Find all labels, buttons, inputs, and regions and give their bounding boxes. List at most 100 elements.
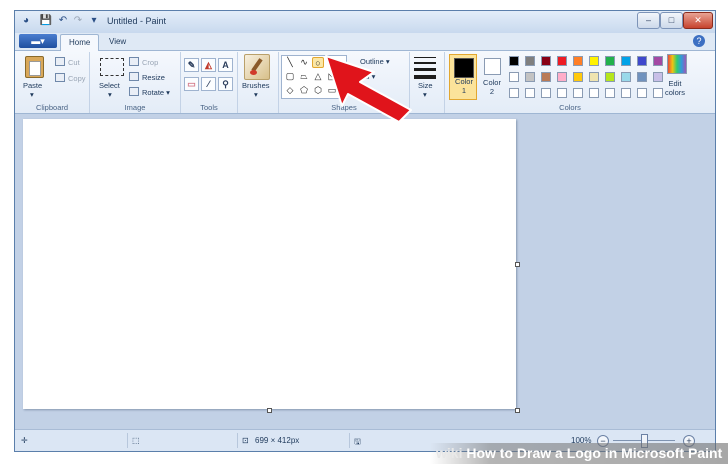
paste-button[interactable]: Paste (23, 81, 42, 90)
palette-swatch-empty[interactable] (557, 88, 567, 98)
size-dropdown-icon[interactable]: ▾ (423, 90, 427, 99)
palette-swatch[interactable] (637, 72, 647, 82)
select-button[interactable]: Select (99, 81, 120, 90)
select-icon (100, 58, 124, 76)
palette-swatch[interactable] (621, 72, 631, 82)
help-icon[interactable]: ? (693, 35, 705, 47)
palette-swatch[interactable] (525, 56, 535, 66)
fill-bucket-icon[interactable]: ◭ (201, 58, 216, 72)
diamond-shape-icon[interactable]: ◇ (284, 85, 296, 96)
triangle-shape-icon[interactable]: △ (312, 71, 324, 82)
title-bar: ◕ 💾 ↶ ↷ ▾ Untitled - Paint – □ ✕ (15, 11, 715, 33)
curve-shape-icon[interactable]: ∿ (298, 57, 310, 68)
eraser-icon[interactable]: ▭ (184, 77, 199, 91)
palette-swatch[interactable] (589, 72, 599, 82)
paint-app-icon[interactable]: ◕ (19, 15, 33, 27)
line-shape-icon[interactable]: ╲ (284, 57, 296, 68)
colors-group: Color 1 Color 2 Edit colors Colors (445, 52, 687, 113)
pencil-icon[interactable]: ✎ (184, 58, 199, 72)
tab-home[interactable]: Home (60, 34, 100, 51)
palette-swatch-empty[interactable] (573, 88, 583, 98)
customize-toolbar-icon[interactable]: ▾ (87, 15, 101, 27)
crop-label: Crop (142, 58, 159, 67)
palette-swatch[interactable] (509, 72, 519, 82)
canvas-resize-handle-right[interactable] (515, 262, 520, 267)
maximize-button[interactable]: □ (660, 12, 683, 29)
drawing-canvas[interactable] (23, 119, 516, 409)
save-icon[interactable]: 💾 (39, 15, 53, 27)
palette-swatch[interactable] (589, 56, 599, 66)
pentagon-shape-icon[interactable]: ⬠ (298, 85, 310, 96)
undo-icon[interactable]: ↶ (56, 15, 70, 27)
rotate-label: Rotate ▾ (142, 88, 170, 97)
palette-swatch[interactable] (557, 56, 567, 66)
palette-swatch[interactable] (525, 72, 535, 82)
right-triangle-shape-icon[interactable]: ◺ (326, 71, 338, 82)
palette-swatch-empty[interactable] (509, 88, 519, 98)
edit-colors-icon[interactable] (667, 54, 687, 74)
text-tool-button[interactable]: A (218, 58, 233, 72)
color2-button[interactable]: Color 2 (480, 54, 504, 100)
palette-swatch[interactable] (637, 56, 647, 66)
fill-button[interactable]: Fill ▾ (360, 72, 375, 81)
magnifier-icon[interactable]: ⚲ (218, 77, 233, 91)
palette-swatch[interactable] (573, 56, 583, 66)
color-picker-icon[interactable]: ⁄ (201, 77, 216, 91)
palette-swatch[interactable] (605, 56, 615, 66)
size-button[interactable]: Size (418, 81, 433, 90)
color1-button[interactable]: Color 1 (449, 54, 477, 100)
resize-button[interactable]: Resize (129, 72, 165, 82)
color2-label: Color 2 (483, 78, 501, 96)
brushes-dropdown-icon[interactable]: ▾ (254, 90, 258, 99)
close-button[interactable]: ✕ (683, 12, 713, 29)
palette-swatch[interactable] (573, 72, 583, 82)
edit-colors-button[interactable]: Edit colors (660, 79, 690, 97)
watermark-text: How to Draw a Logo in Microsoft Paint (466, 445, 723, 461)
palette-swatch[interactable] (509, 56, 519, 66)
polygon-shape-icon[interactable]: ⏢ (298, 71, 310, 82)
brush-icon (244, 54, 270, 80)
redo-icon[interactable]: ↷ (71, 15, 85, 27)
brushes-button[interactable]: Brushes (242, 81, 270, 90)
canvas-resize-handle-corner[interactable] (515, 408, 520, 413)
canvas-resize-handle-bottom[interactable] (267, 408, 272, 413)
clipboard-group: Paste ▾ Cut Copy Clipboard (15, 52, 90, 113)
cut-button[interactable]: Cut (55, 57, 80, 67)
copy-button[interactable]: Copy (55, 73, 86, 83)
scissors-icon (55, 57, 65, 66)
crop-button[interactable]: Crop (129, 57, 158, 67)
image-group: Select ▾ Crop Resize Rotate ▾ Image (90, 52, 181, 113)
palette-swatch[interactable] (621, 56, 631, 66)
palette-swatch[interactable] (541, 72, 551, 82)
color1-swatch (454, 58, 474, 78)
select-dropdown-icon[interactable]: ▾ (108, 90, 112, 99)
color1-label: Color 1 (455, 77, 473, 95)
palette-swatch-empty[interactable] (589, 88, 599, 98)
rectangle-shape-icon[interactable]: □ (326, 57, 338, 68)
cursor-position-icon: ✛ (21, 436, 28, 445)
rotate-button[interactable]: Rotate ▾ (129, 87, 170, 97)
rounded-rectangle-shape-icon[interactable]: ▢ (284, 71, 296, 82)
tab-view[interactable]: View (101, 34, 134, 50)
wikihow-watermark: wiki How to Draw a Logo in Microsoft Pai… (430, 443, 728, 464)
palette-swatch[interactable] (541, 56, 551, 66)
palette-swatch[interactable] (557, 72, 567, 82)
palette-swatch[interactable] (605, 72, 615, 82)
palette-swatch[interactable] (653, 56, 663, 66)
callout-shape-icon[interactable]: ▭ (326, 85, 338, 96)
paint-menu-button[interactable]: ▬▾ (19, 34, 57, 48)
clipboard-group-label: Clipboard (35, 103, 69, 112)
oval-shape-icon[interactable]: ○ (312, 57, 324, 68)
palette-swatch-empty[interactable] (525, 88, 535, 98)
palette-swatch-empty[interactable] (637, 88, 647, 98)
paste-dropdown-icon[interactable]: ▾ (30, 90, 34, 99)
palette-swatch-empty[interactable] (541, 88, 551, 98)
palette-swatch-empty[interactable] (621, 88, 631, 98)
hexagon-shape-icon[interactable]: ⬡ (312, 85, 324, 96)
resize-label: Resize (142, 73, 165, 82)
outline-button[interactable]: Outline ▾ (360, 57, 390, 66)
palette-swatch-empty[interactable] (605, 88, 615, 98)
minimize-button[interactable]: – (637, 12, 660, 29)
canvas-size-icon: ⊡ (242, 436, 249, 445)
color2-swatch (484, 58, 501, 75)
